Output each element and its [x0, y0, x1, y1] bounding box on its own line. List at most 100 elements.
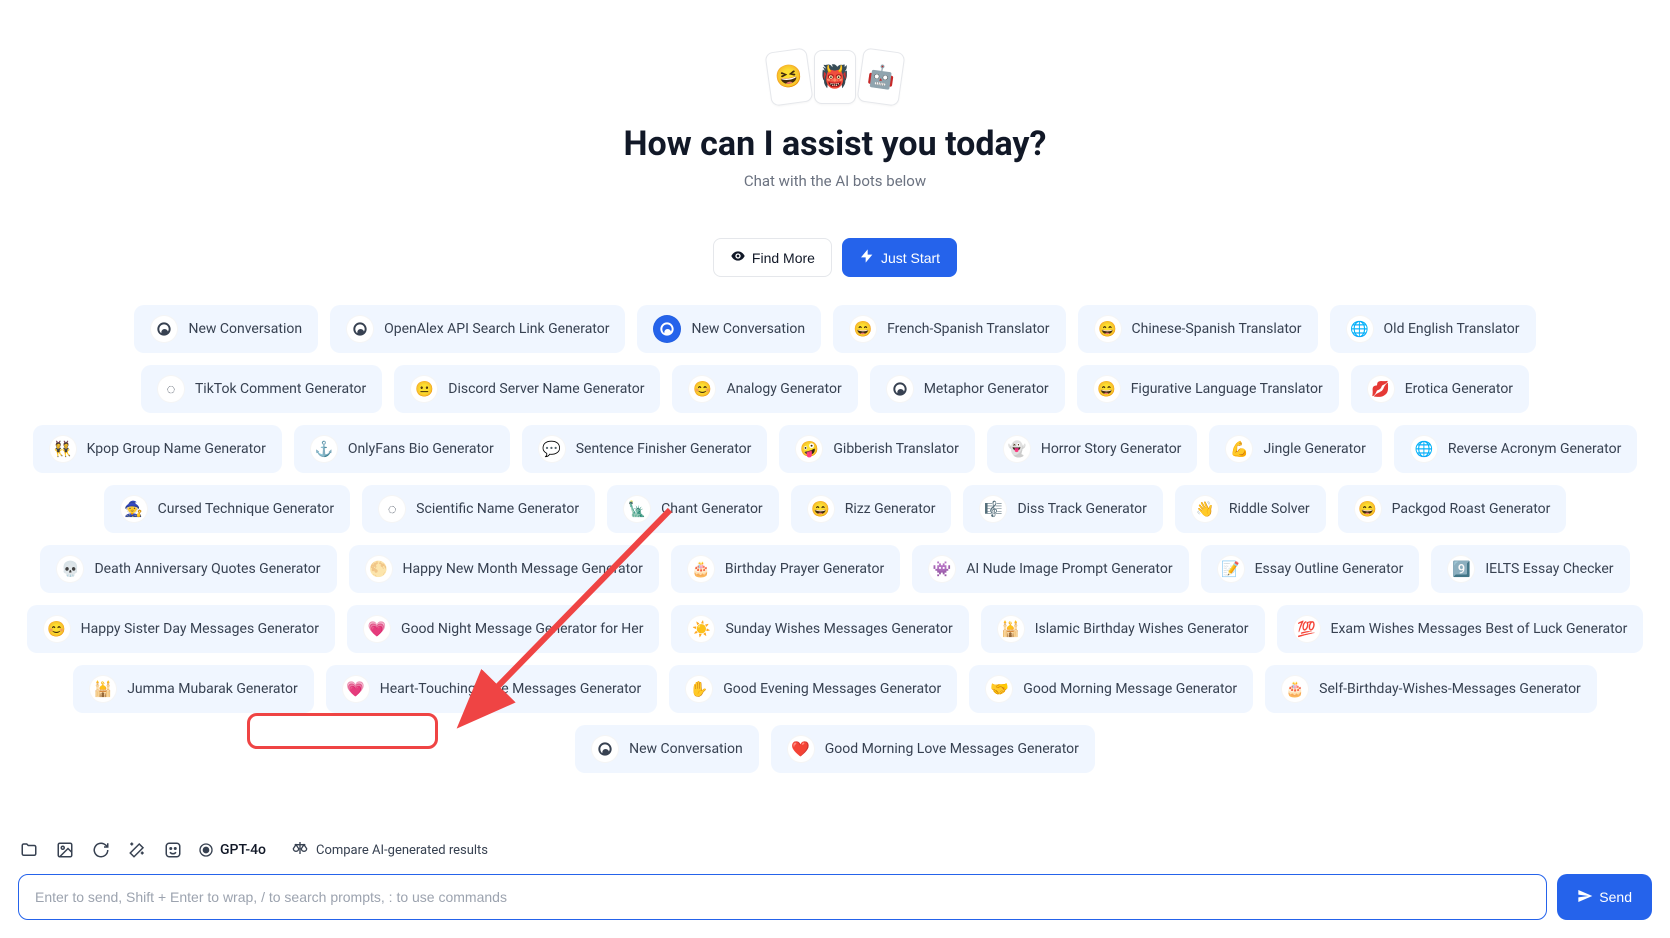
bot-chip[interactable]: OpenAlex API Search Link Generator: [330, 305, 625, 353]
lightning-icon: [859, 248, 875, 267]
bot-chip-label: Exam Wishes Messages Best of Luck Genera…: [1331, 621, 1628, 637]
bot-chip[interactable]: 😐Discord Server Name Generator: [394, 365, 660, 413]
send-button[interactable]: Send: [1557, 874, 1652, 920]
find-more-label: Find More: [752, 250, 815, 266]
bot-chip[interactable]: ◌TikTok Comment Generator: [141, 365, 382, 413]
bot-chip[interactable]: 😊 Analogy Generator: [672, 365, 857, 413]
bot-chip-label: Islamic Birthday Wishes Generator: [1035, 621, 1249, 637]
send-icon: [1577, 888, 1593, 907]
bot-chip[interactable]: 🤪Gibberish Translator: [779, 425, 974, 473]
bot-chip-icon: 👋: [1191, 495, 1219, 523]
bot-chip-label: New Conversation: [629, 741, 743, 757]
chat-input[interactable]: [18, 874, 1547, 920]
bot-chip[interactable]: ⚓OnlyFans Bio Generator: [294, 425, 510, 473]
input-toolbar: GPT-4o Compare AI-generated results: [18, 834, 1652, 866]
bot-chip-label: Riddle Solver: [1229, 501, 1310, 517]
wand-icon[interactable]: [126, 839, 148, 861]
bot-chip[interactable]: 💪Jingle Generator: [1209, 425, 1381, 473]
bot-chip[interactable]: 💀Death Anniversary Quotes Generator: [40, 545, 336, 593]
find-more-button[interactable]: Find More: [713, 238, 832, 277]
bot-chip[interactable]: 🎂Birthday Prayer Generator: [671, 545, 900, 593]
bot-chip[interactable]: 😄Rizz Generator: [791, 485, 952, 533]
bot-chip-icon: 😄: [807, 495, 835, 523]
bot-chip[interactable]: 😄Chinese-Spanish Translator: [1078, 305, 1318, 353]
bot-chip-icon: 👻: [1003, 435, 1031, 463]
bot-chip[interactable]: 💗Good Night Message Generator for Her: [347, 605, 659, 653]
bot-chip[interactable]: 🕌Islamic Birthday Wishes Generator: [981, 605, 1265, 653]
bot-chip[interactable]: 😊Happy Sister Day Messages Generator: [27, 605, 335, 653]
scale-icon: [292, 840, 308, 860]
bot-chips-area: New Conversation OpenAlex API Search Link…: [0, 305, 1670, 773]
bot-chip[interactable]: 👾AI Nude Image Prompt Generator: [912, 545, 1188, 593]
bot-chip-label: Kpop Group Name Generator: [87, 441, 266, 457]
bot-chip[interactable]: 🌕Happy New Month Message Generator: [349, 545, 659, 593]
bot-chip[interactable]: 🕌Jumma Mubarak Generator: [73, 665, 314, 713]
bot-chip[interactable]: 🌐Old English Translator: [1330, 305, 1536, 353]
bot-chip[interactable]: New Conversation: [575, 725, 759, 773]
bot-chip[interactable]: 💋Erotica Generator: [1351, 365, 1529, 413]
bot-chip[interactable]: 🧙Cursed Technique Generator: [104, 485, 351, 533]
folder-icon[interactable]: [18, 839, 40, 861]
bot-chip[interactable]: New Conversation: [134, 305, 318, 353]
bot-chip-label: Metaphor Generator: [924, 381, 1049, 397]
bot-chip[interactable]: 👻Horror Story Generator: [987, 425, 1198, 473]
bot-chip[interactable]: 💗Heart-Touching Love Messages Generator: [326, 665, 658, 713]
bot-chip-icon: 🌐: [1410, 435, 1438, 463]
bot-chip[interactable]: 📝Essay Outline Generator: [1201, 545, 1420, 593]
bot-chip-label: French-Spanish Translator: [887, 321, 1049, 337]
bot-chip[interactable]: 🎼Diss Track Generator: [963, 485, 1162, 533]
bot-chip[interactable]: 🎂Self-Birthday-Wishes-Messages Generator: [1265, 665, 1597, 713]
bot-chip-label: Good Morning Love Messages Generator: [825, 741, 1079, 757]
bot-chip-label: Sunday Wishes Messages Generator: [725, 621, 952, 637]
bot-chip-icon: 🤪: [795, 435, 823, 463]
bot-chip[interactable]: 😄Figurative Language Translator: [1077, 365, 1339, 413]
bot-chip[interactable]: Metaphor Generator: [870, 365, 1065, 413]
bot-chip-label: Chant Generator: [661, 501, 763, 517]
send-label: Send: [1599, 889, 1632, 905]
smile-icon[interactable]: [162, 839, 184, 861]
bot-chip[interactable]: 💯 Exam Wishes Messages Best of Luck Gener…: [1277, 605, 1644, 653]
bot-chip[interactable]: 👯Kpop Group Name Generator: [33, 425, 282, 473]
bot-chip-label: Happy New Month Message Generator: [403, 561, 643, 577]
bot-chip[interactable]: 🤝Good Morning Message Generator: [969, 665, 1253, 713]
bot-chip-label: Analogy Generator: [726, 381, 841, 397]
bot-chip-icon: ❤️: [787, 735, 815, 763]
model-label: GPT-4o: [220, 842, 266, 858]
image-icon[interactable]: [54, 839, 76, 861]
bot-chip-label: Good Morning Message Generator: [1023, 681, 1237, 697]
bot-chip-icon: 9️⃣: [1447, 555, 1475, 583]
hero-section: 😆 👹 🤖 How can I assist you today? Chat w…: [0, 0, 1670, 277]
bot-chip-icon: 🗽: [623, 495, 651, 523]
compare-button[interactable]: Compare AI-generated results: [280, 834, 500, 866]
bot-chip-label: Essay Outline Generator: [1255, 561, 1404, 577]
bot-chip-label: New Conversation: [188, 321, 302, 337]
bot-chip[interactable]: 😄French-Spanish Translator: [833, 305, 1065, 353]
bot-chip-icon: 😊: [43, 615, 71, 643]
bot-chip[interactable]: ❤️ Good Morning Love Messages Generator: [771, 725, 1095, 773]
bot-chip-icon: ◌: [157, 375, 185, 403]
bot-chip[interactable]: ◌Scientific Name Generator: [362, 485, 595, 533]
bot-chip-icon: 💯: [1293, 615, 1321, 643]
bot-chip[interactable]: 9️⃣IELTS Essay Checker: [1431, 545, 1629, 593]
bot-chip-icon: 🧙: [120, 495, 148, 523]
bot-chip[interactable]: 💬Sentence Finisher Generator: [522, 425, 768, 473]
bot-chip-label: Birthday Prayer Generator: [725, 561, 884, 577]
bot-chip[interactable]: 😄 Packgod Roast Generator: [1338, 485, 1567, 533]
bot-chip-label: Death Anniversary Quotes Generator: [94, 561, 320, 577]
bot-chip[interactable]: New Conversation: [637, 305, 821, 353]
model-selector[interactable]: GPT-4o: [198, 842, 266, 858]
bot-chip[interactable]: ✋Good Evening Messages Generator: [669, 665, 957, 713]
bot-chip[interactable]: 🌐Reverse Acronym Generator: [1394, 425, 1637, 473]
bot-chip[interactable]: ☀️Sunday Wishes Messages Generator: [671, 605, 968, 653]
bot-chip-label: Packgod Roast Generator: [1392, 501, 1551, 517]
just-start-button[interactable]: Just Start: [842, 238, 957, 277]
bot-chip-label: OpenAlex API Search Link Generator: [384, 321, 609, 337]
refresh-icon[interactable]: [90, 839, 112, 861]
bot-chip-icon: 😊: [688, 375, 716, 403]
bot-chip-icon: 😄: [1354, 495, 1382, 523]
bot-chip-label: Good Evening Messages Generator: [723, 681, 941, 697]
bot-chip[interactable]: 🗽 Chant Generator: [607, 485, 779, 533]
bot-chip-icon: 💗: [342, 675, 370, 703]
bot-chip[interactable]: 👋 Riddle Solver: [1175, 485, 1326, 533]
bot-chip-label: Scientific Name Generator: [416, 501, 579, 517]
